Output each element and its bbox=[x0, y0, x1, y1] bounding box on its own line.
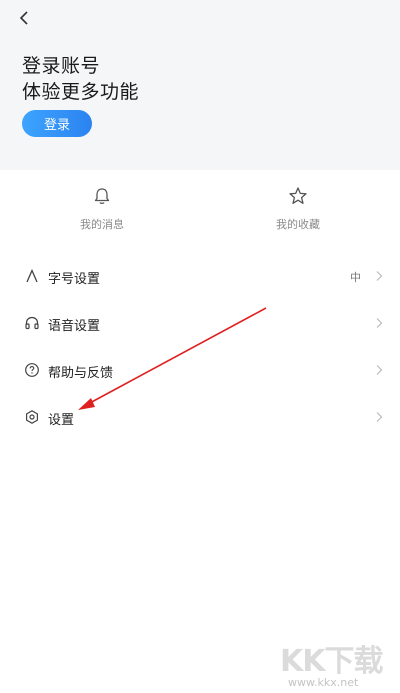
menu-item-voice[interactable]: 语音设置 bbox=[0, 303, 400, 343]
font-size-value: 中 bbox=[350, 271, 361, 284]
menu-item-settings[interactable]: 设置 bbox=[0, 397, 400, 437]
chevron-right-icon bbox=[376, 365, 383, 375]
chevron-right-icon bbox=[376, 271, 383, 281]
help-icon bbox=[24, 362, 40, 378]
my-favorites-label: 我的收藏 bbox=[276, 218, 320, 231]
menu-item-help-feedback[interactable]: 帮助与反馈 bbox=[0, 350, 400, 390]
star-icon bbox=[289, 187, 307, 204]
font-size-icon bbox=[24, 268, 40, 284]
login-title-line2: 体验更多功能 bbox=[22, 81, 140, 103]
my-messages-button[interactable]: 我的消息 bbox=[52, 186, 152, 236]
my-messages-label: 我的消息 bbox=[80, 218, 124, 231]
account-header: 登录账号 体验更多功能 登录 bbox=[0, 0, 400, 170]
bell-icon bbox=[94, 188, 110, 204]
watermark-logo: KK下载 bbox=[280, 644, 383, 679]
login-button[interactable]: 登录 bbox=[22, 110, 92, 137]
login-title-line1: 登录账号 bbox=[22, 55, 101, 77]
menu-item-label: 语音设置 bbox=[48, 319, 101, 334]
menu-item-label: 帮助与反馈 bbox=[48, 366, 114, 381]
back-button[interactable] bbox=[12, 6, 36, 30]
menu-item-label: 设置 bbox=[48, 413, 75, 428]
chevron-right-icon bbox=[376, 412, 383, 422]
settings-icon bbox=[24, 409, 40, 425]
menu-item-font-size[interactable]: 字号设置 中 bbox=[0, 256, 400, 296]
chevron-left-icon bbox=[19, 11, 28, 25]
watermark: KK下载 www.kkx.net bbox=[280, 636, 390, 690]
chevron-right-icon bbox=[376, 318, 383, 328]
my-favorites-button[interactable]: 我的收藏 bbox=[248, 186, 348, 236]
watermark-url: www.kkx.net bbox=[288, 676, 359, 689]
headphones-icon bbox=[24, 315, 40, 331]
menu-item-label: 字号设置 bbox=[48, 272, 101, 287]
